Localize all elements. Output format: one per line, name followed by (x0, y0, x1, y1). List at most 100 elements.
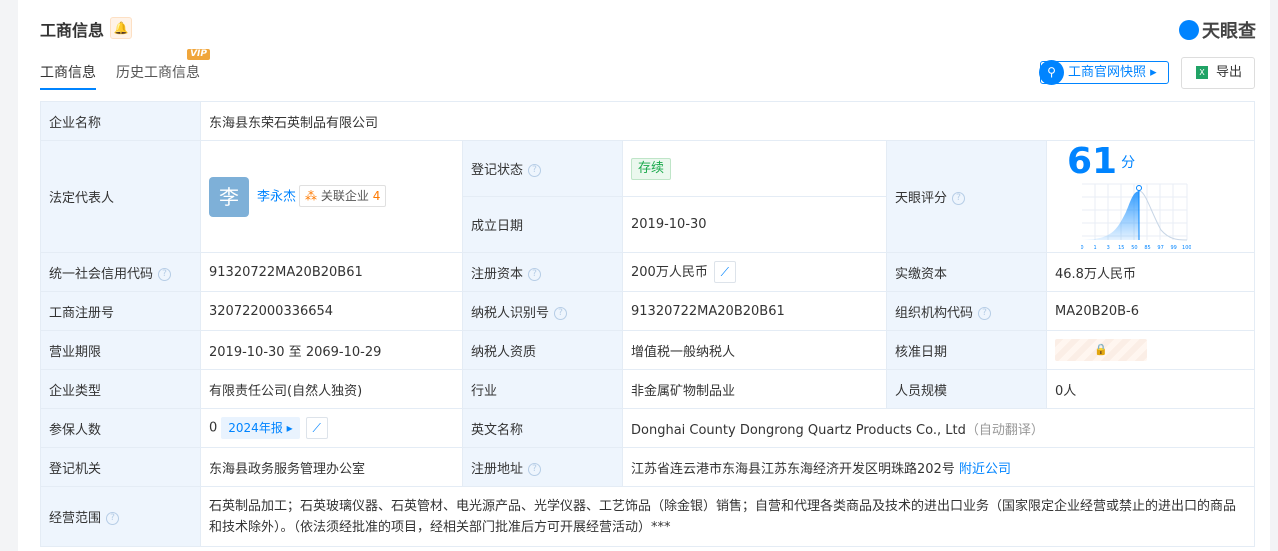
address: 江苏省连云港市东海县江苏东海经济开发区明珠路202号 (631, 461, 955, 477)
related-count: 4 (372, 189, 381, 203)
score-tick-label: 3 (1107, 245, 1110, 251)
tab-business-info[interactable]: 工商信息 (40, 62, 96, 90)
tabs: 工商信息 历史工商信息 VIP (40, 49, 210, 90)
label: 人员规模 (886, 369, 1047, 409)
label-text: 登记状态 (471, 163, 524, 178)
score-distribution-chart: 0 1 3 15 50 85 97 99 100 (1080, 183, 1192, 251)
reg-capital-cell: 200万人民币 ⟋ (622, 252, 887, 292)
score-cell[interactable]: 61 分 0 1 3 15 50 85 97 99 100 (1046, 140, 1255, 253)
reg-no: 320722000336654 (200, 291, 463, 331)
label: 企业类型 (40, 369, 201, 409)
help-icon[interactable]: ? (528, 164, 542, 177)
business-info-card: 工商信息 🔔 天眼查 工商信息 历史工商信息 VIP ⚲ 工商官网快照 ▸ X 导出 … (18, 0, 1270, 551)
taxpayer-id: 91320722MA20B20B61 (622, 291, 887, 331)
tax-qualification: 增值税一般纳税人 (622, 330, 887, 370)
label: 实缴资本 (886, 252, 1047, 292)
caret-right-icon: ▸ (1150, 65, 1157, 80)
annual-report-button[interactable]: 2024年报 ▸ (221, 417, 300, 439)
table-row: 统一社会信用代码? 91320722MA20B20B61 注册资本? 200万人… (40, 252, 1255, 292)
status-badge: 存续 (631, 157, 672, 180)
export-label: 导出 (1216, 65, 1243, 80)
help-icon[interactable]: ? (158, 267, 172, 281)
company-name: 东海县东荣石英制品有限公司 (200, 101, 1255, 141)
table-row: 经营范围? 石英制品加工；石英玻璃仪器、石英管材、电光源产品、光学仪器、工艺饰品… (40, 486, 1255, 547)
nearby-companies-link[interactable]: 附近公司 (959, 462, 1011, 477)
bell-icon[interactable]: 🔔 (110, 17, 132, 39)
found-date: 2019-10-30 (622, 196, 887, 253)
auto-translate-note: （自动翻译） (965, 422, 1044, 438)
annual-report-label: 2024年报 (228, 421, 283, 435)
score-curve-right (1138, 190, 1188, 241)
table-row: 法定代表人 李李永杰 ⁂ 关联企业 4 登记状态? 存续 天眼评分? 61 分 01… (40, 140, 1255, 253)
label: 经营范围? (40, 486, 201, 547)
label: 参保人数 (40, 408, 201, 448)
legal-rep-link[interactable]: 李永杰 (257, 189, 296, 204)
table-row: 工商注册号 320722000336654 纳税人识别号? 91320722MA… (40, 291, 1255, 331)
table-row: 登记机关 东海县政务服务管理办公室 注册地址? 江苏省连云港市东海县江苏东海经济… (40, 447, 1255, 487)
label: 行业 (462, 369, 623, 409)
label-text: 注册地址 (471, 461, 524, 477)
reg-status-cell: 存续 (622, 140, 887, 197)
trend-chart-icon[interactable]: ⟋ (305, 417, 328, 439)
label: 登记状态? (462, 140, 623, 197)
reg-authority: 东海县政务服务管理办公室 (200, 447, 463, 487)
help-icon[interactable]: ? (554, 306, 568, 320)
tianyancha-logo: 天眼查 (1179, 17, 1256, 43)
label-text: 天眼评分 (895, 191, 948, 206)
insured-cell: 0 2024年报 ▸ ⟋ (200, 408, 463, 448)
label-text: 经营范围 (49, 511, 102, 526)
insured-count: 0 (209, 420, 218, 436)
score-area (1082, 191, 1139, 240)
label: 英文名称 (462, 408, 623, 448)
table-row: 企业类型 有限责任公司(自然人独资) 行业 非金属矿物制品业 人员规模 0人 (40, 369, 1255, 409)
reg-capital: 200万人民币 (631, 264, 708, 280)
score-tick-label: 100 (1182, 245, 1191, 251)
company-type: 有限责任公司(自然人独资) (200, 369, 463, 409)
stamp-icon: ⚲ (1039, 60, 1064, 85)
table-row: 参保人数 0 2024年报 ▸ ⟋ 英文名称 Donghai County Dong… (40, 408, 1255, 448)
section-title: 工商信息 (40, 21, 105, 40)
network-icon: ⁂ (305, 189, 318, 203)
english-name: Donghai County Dongrong Quartz Products … (631, 422, 966, 438)
snapshot-button[interactable]: ⚲ 工商官网快照 ▸ (1039, 60, 1169, 85)
label: 注册地址? (462, 447, 623, 487)
vip-badge: VIP (187, 49, 210, 60)
label: 营业期限 (40, 330, 201, 370)
tab-history[interactable]: 历史工商信息 VIP (116, 49, 210, 90)
legal-rep-cell: 李李永杰 ⁂ 关联企业 4 (200, 140, 463, 253)
score-tick-label: 15 (1118, 245, 1124, 251)
logo-text: 天眼查 (1202, 21, 1256, 42)
help-icon[interactable]: ? (528, 267, 542, 281)
label: 统一社会信用代码? (40, 252, 201, 292)
paid-capital: 46.8万人民币 (1046, 252, 1255, 292)
table-row: 企业名称 东海县东荣石英制品有限公司 (40, 101, 1255, 141)
label: 核准日期 (886, 330, 1047, 370)
label: 注册资本? (462, 252, 623, 292)
label: 纳税人资质 (462, 330, 623, 370)
help-icon[interactable]: ? (978, 306, 992, 320)
label-text: 统一社会信用代码 (49, 266, 154, 282)
label: 法定代表人 (40, 140, 201, 253)
label-text: 注册资本 (471, 266, 524, 282)
address-cell: 江苏省连云港市东海县江苏东海经济开发区明珠路202号 附近公司 (622, 447, 1255, 487)
score-tick-label: 85 (1144, 245, 1150, 251)
business-term: 2019-10-30 至 2069-10-29 (200, 330, 463, 370)
label-text: 纳税人识别号 (471, 305, 550, 321)
help-icon[interactable]: ? (952, 192, 966, 205)
english-name-cell: Donghai County Dongrong Quartz Products … (622, 408, 1255, 448)
export-button[interactable]: X 导出 (1181, 57, 1255, 89)
score-value: 61 (1067, 141, 1118, 182)
table-row: 营业期限 2019-10-30 至 2069-10-29 纳税人资质 增值税一般… (40, 330, 1255, 370)
score-unit: 分 (1121, 154, 1136, 171)
snapshot-label: 工商官网快照 (1068, 65, 1147, 80)
avatar[interactable]: 李 (209, 176, 249, 217)
trend-chart-icon[interactable]: ⟋ (713, 261, 736, 284)
label: 登记机关 (40, 447, 201, 487)
help-icon[interactable]: ? (106, 512, 120, 525)
lock-icon[interactable]: 🔒 (1055, 339, 1147, 361)
industry: 非金属矿物制品业 (622, 369, 887, 409)
score-tick-label: 97 (1157, 245, 1163, 251)
related-companies-button[interactable]: ⁂ 关联企业 4 (299, 185, 387, 207)
label: 纳税人识别号? (462, 291, 623, 331)
help-icon[interactable]: ? (528, 462, 542, 476)
